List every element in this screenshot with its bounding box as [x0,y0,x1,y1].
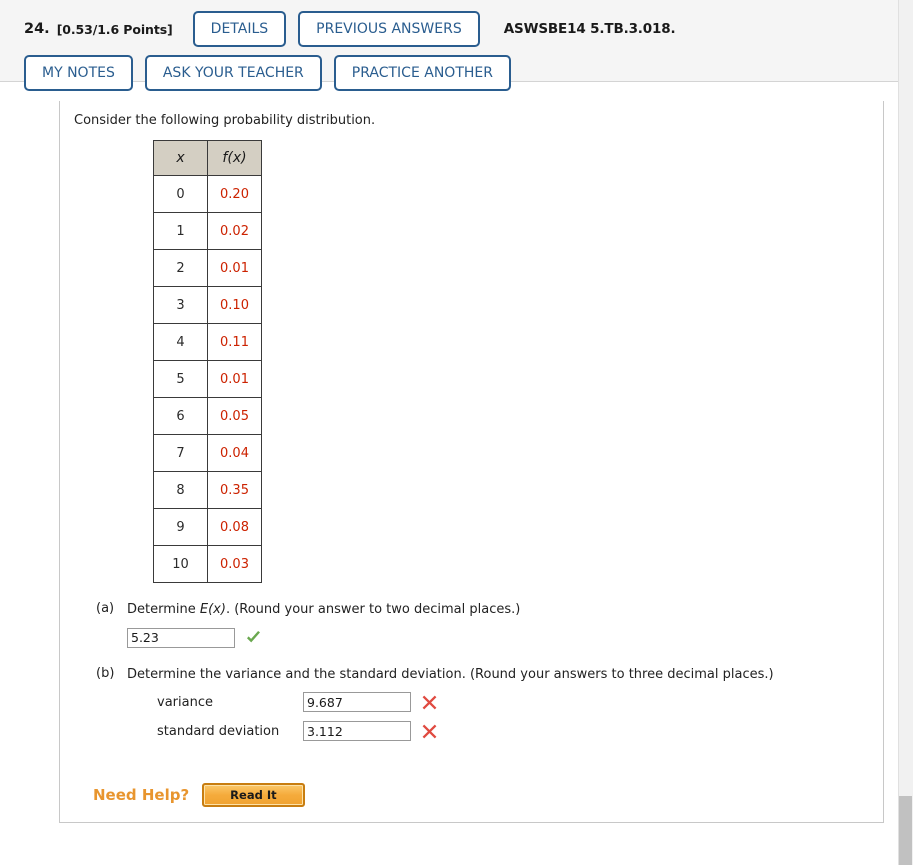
variance-label: variance [157,694,213,710]
red-x-icon [421,694,438,711]
previous-answers-button[interactable]: PREVIOUS ANSWERS [298,11,480,47]
cell-x-4: 4 [153,323,208,361]
details-button[interactable]: DETAILS [192,11,287,47]
page-scrollbar-track[interactable] [898,0,913,865]
cell-x-7: 7 [153,434,208,472]
part-a-answer-row [127,627,883,648]
question-header: 24. [0.53/1.6 Points] DETAILS PREVIOUS A… [0,0,913,91]
question-content-card: Consider the following probability distr… [59,101,884,823]
cell-fx-1: 0.02 [207,212,262,250]
standard-deviation-row: standard deviation [127,721,883,742]
table-row: 5 0.01 [153,360,262,398]
expected-value-input[interactable] [127,627,235,648]
table-row: 3 0.10 [153,286,262,324]
part-a-label: (a) [96,601,115,616]
table-row: 10 0.03 [153,545,262,583]
distribution-table-wrapper: x f(x) 0 0.20 1 0.02 2 0.01 3 0.10 4 0.1… [153,140,883,583]
cell-fx-3: 0.10 [207,286,262,324]
part-a-text-after: . (Round your answer to two decimal plac… [225,602,521,617]
table-row: 0 0.20 [153,175,262,213]
practice-another-button[interactable]: PRACTICE ANOTHER [333,55,511,91]
red-x-icon [421,723,438,740]
cell-fx-8: 0.35 [207,471,262,509]
green-check-icon [245,629,262,646]
part-b: (b) Determine the variance and the stand… [74,666,883,742]
question-points: [0.53/1.6 Points] [56,21,173,37]
part-a-math: E(x) [199,602,226,617]
need-help-label: Need Help? [93,786,190,805]
part-a-question-text: Determine E(x). (Round your answer to tw… [127,601,883,619]
cell-fx-2: 0.01 [207,249,262,287]
question-header-row-bottom: MY NOTES ASK YOUR TEACHER PRACTICE ANOTH… [0,54,913,92]
cell-fx-5: 0.01 [207,360,262,398]
part-a-text-before: Determine [127,602,200,617]
cell-x-9: 9 [153,508,208,546]
table-row: 4 0.11 [153,323,262,361]
standard-deviation-input[interactable] [303,721,411,742]
part-a: (a) Determine E(x). (Round your answer t… [74,601,883,648]
table-row: 1 0.02 [153,212,262,250]
table-row: 2 0.01 [153,249,262,287]
column-header-x: x [153,140,208,176]
variance-row: variance [127,692,883,713]
column-header-fx: f(x) [207,140,262,176]
read-it-button[interactable]: Read It [202,783,305,808]
need-help-section: Need Help? Read It [74,783,883,808]
cell-x-2: 2 [153,249,208,287]
cell-x-10: 10 [153,545,208,583]
table-row: 7 0.04 [153,434,262,472]
standard-deviation-label: standard deviation [157,723,280,739]
part-b-question-text: Determine the variance and the standard … [127,666,774,682]
cell-fx-0: 0.20 [207,175,262,213]
table-header-row: x f(x) [153,140,262,176]
table-row: 9 0.08 [153,508,262,546]
cell-fx-10: 0.03 [207,545,262,583]
cell-fx-7: 0.04 [207,434,262,472]
cell-fx-4: 0.11 [207,323,262,361]
table-row: 6 0.05 [153,397,262,435]
cell-x-5: 5 [153,360,208,398]
page-scrollbar-thumb[interactable] [899,796,912,865]
problem-prompt: Consider the following probability distr… [74,113,376,128]
question-header-row-top: 24. [0.53/1.6 Points] DETAILS PREVIOUS A… [0,10,913,48]
question-number: 24. [24,21,50,37]
part-b-label: (b) [96,665,115,681]
my-notes-button[interactable]: MY NOTES [24,55,133,91]
cell-x-0: 0 [153,175,208,213]
table-row: 8 0.35 [153,471,262,509]
cell-x-3: 3 [153,286,208,324]
probability-distribution-table: x f(x) 0 0.20 1 0.02 2 0.01 3 0.10 4 0.1… [153,140,262,583]
source-code-label: ASWSBE14 5.TB.3.018. [503,21,676,37]
cell-fx-9: 0.08 [207,508,262,546]
ask-your-teacher-button[interactable]: ASK YOUR TEACHER [144,55,322,91]
variance-input[interactable] [303,692,411,713]
cell-fx-6: 0.05 [207,397,262,435]
cell-x-8: 8 [153,471,208,509]
cell-x-6: 6 [153,397,208,435]
cell-x-1: 1 [153,212,208,250]
